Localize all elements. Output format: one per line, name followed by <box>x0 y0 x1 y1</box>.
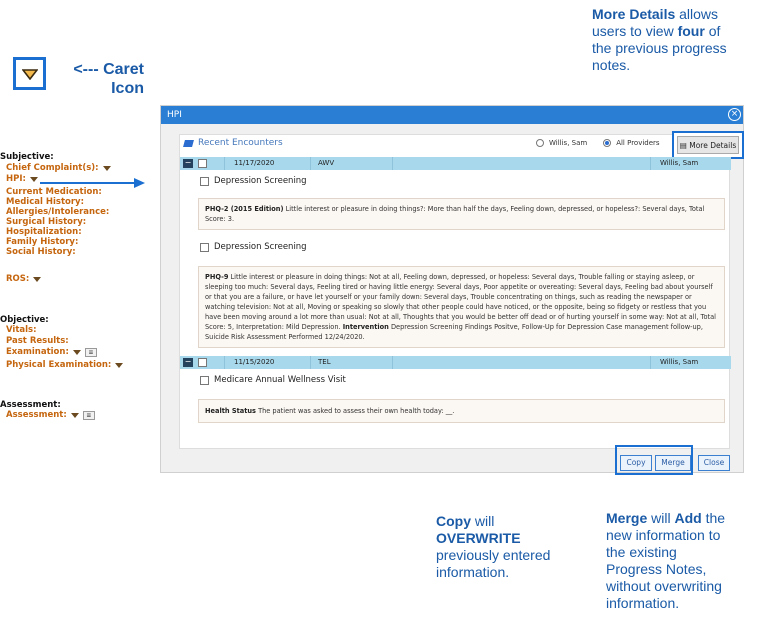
note-title: Depression Screening <box>214 242 307 252</box>
close-button[interactable]: Close <box>698 455 730 471</box>
caret-down-icon[interactable] <box>102 165 111 171</box>
more-details-highlight: ▤ More Details <box>672 131 744 159</box>
note-title: Medicare Annual Wellness Visit <box>214 375 346 385</box>
template-icon[interactable]: ≡ <box>82 410 95 420</box>
radio-willis-label: Willis, Sam <box>549 139 588 147</box>
encounter-checkbox[interactable] <box>198 358 207 367</box>
note-checkbox[interactable] <box>200 177 209 186</box>
collapse-icon[interactable]: − <box>183 159 193 168</box>
outline-ros[interactable]: ROS: <box>6 274 42 284</box>
outline-vitals[interactable]: Vitals: <box>6 325 37 335</box>
arrow-icon <box>40 178 145 188</box>
provider-filter: Willis, Sam All Providers <box>536 139 660 147</box>
note-content: Health Status The patient was asked to a… <box>198 399 725 423</box>
encounter-row[interactable]: − 11/15/2020 TEL Willis, Sam <box>180 356 731 369</box>
caret-down-icon[interactable] <box>29 176 38 182</box>
outline-assessment[interactable]: Assessment: ≡ <box>6 410 95 420</box>
copy-merge-highlight <box>615 445 693 475</box>
note-title: Depression Screening <box>214 176 307 186</box>
radio-willis[interactable] <box>536 139 544 147</box>
encounter-type: TEL <box>318 358 331 366</box>
recent-encounters-label: Recent Encounters <box>198 138 283 148</box>
notes-icon: ▤ <box>679 141 687 150</box>
outline-current-medication[interactable]: Current Medication: <box>6 187 102 197</box>
note-content: PHQ-9 Little interest or pleasure in doi… <box>198 266 725 348</box>
outline-social-history[interactable]: Social History: <box>6 247 76 257</box>
note-content: PHQ-2 (2015 Edition) Little interest or … <box>198 198 725 230</box>
outline-subjective: Subjective: <box>0 152 54 162</box>
note-title-row: Depression Screening <box>180 170 731 192</box>
recent-encounters-header: Recent Encounters <box>183 138 283 148</box>
copy-callout: Copy will OVERWRITE previously entered i… <box>436 513 551 580</box>
outline-surgical-history[interactable]: Surgical History: <box>6 217 86 227</box>
outline-chief-complaint[interactable]: Chief Complaint(s): <box>6 163 111 173</box>
caret-label: <--- Caret Icon <box>73 61 144 97</box>
caret-down-icon <box>21 68 38 80</box>
caret-icon-sample <box>13 57 46 90</box>
note-title-row: Medicare Annual Wellness Visit <box>180 369 731 391</box>
more-details-button[interactable]: ▤ More Details <box>677 136 739 154</box>
outline-allergies[interactable]: Allergies/Intolerance: <box>6 207 109 217</box>
template-icon[interactable]: ≡ <box>84 347 97 357</box>
encounter-type: AWV <box>318 159 335 167</box>
outline-hospitalization[interactable]: Hospitalization: <box>6 227 82 237</box>
outline-past-results[interactable]: Past Results: <box>6 336 69 346</box>
outline-medical-history[interactable]: Medical History: <box>6 197 84 207</box>
encounter-provider: Willis, Sam <box>660 159 699 167</box>
note-checkbox[interactable] <box>200 376 209 385</box>
hpi-dialog: HPI × Recent Encounters Willis, Sam All … <box>160 105 744 473</box>
radio-all-label: All Providers <box>616 139 660 147</box>
encounter-date: 11/15/2020 <box>234 358 275 366</box>
caret-down-icon[interactable] <box>72 349 81 355</box>
outline-objective: Objective: <box>0 315 49 325</box>
radio-all-providers[interactable] <box>603 139 612 147</box>
outline-hpi[interactable]: HPI: <box>6 174 38 184</box>
dialog-title-bar: HPI × <box>161 106 743 124</box>
collapse-icon[interactable]: − <box>183 358 193 367</box>
more-details-callout: More Details allows users to view four o… <box>592 6 727 73</box>
encounter-checkbox[interactable] <box>198 159 207 168</box>
outline-examination[interactable]: Examination: ≡ <box>6 347 97 357</box>
dialog-title: HPI <box>167 110 182 120</box>
outline-physical-examination[interactable]: Physical Examination: <box>6 360 124 370</box>
encounter-icon <box>183 139 194 147</box>
merge-callout: Merge will Add the new information to th… <box>606 510 726 611</box>
note-title-row: Depression Screening <box>180 236 731 258</box>
close-circle-icon[interactable]: × <box>728 108 741 121</box>
caret-down-icon[interactable] <box>70 412 79 418</box>
caret-down-icon[interactable] <box>33 276 42 282</box>
encounters-panel: Recent Encounters Willis, Sam All Provid… <box>179 131 744 449</box>
encounter-row[interactable]: − 11/17/2020 AWV Willis, Sam <box>180 157 731 170</box>
encounter-date: 11/17/2020 <box>234 159 275 167</box>
outline-family-history[interactable]: Family History: <box>6 237 78 247</box>
caret-down-icon[interactable] <box>115 362 124 368</box>
outline-assessment-section: Assessment: <box>0 400 61 410</box>
note-checkbox[interactable] <box>200 243 209 252</box>
encounter-list[interactable]: − 11/17/2020 AWV Willis, Sam Depression … <box>180 157 731 447</box>
encounter-provider: Willis, Sam <box>660 358 699 366</box>
